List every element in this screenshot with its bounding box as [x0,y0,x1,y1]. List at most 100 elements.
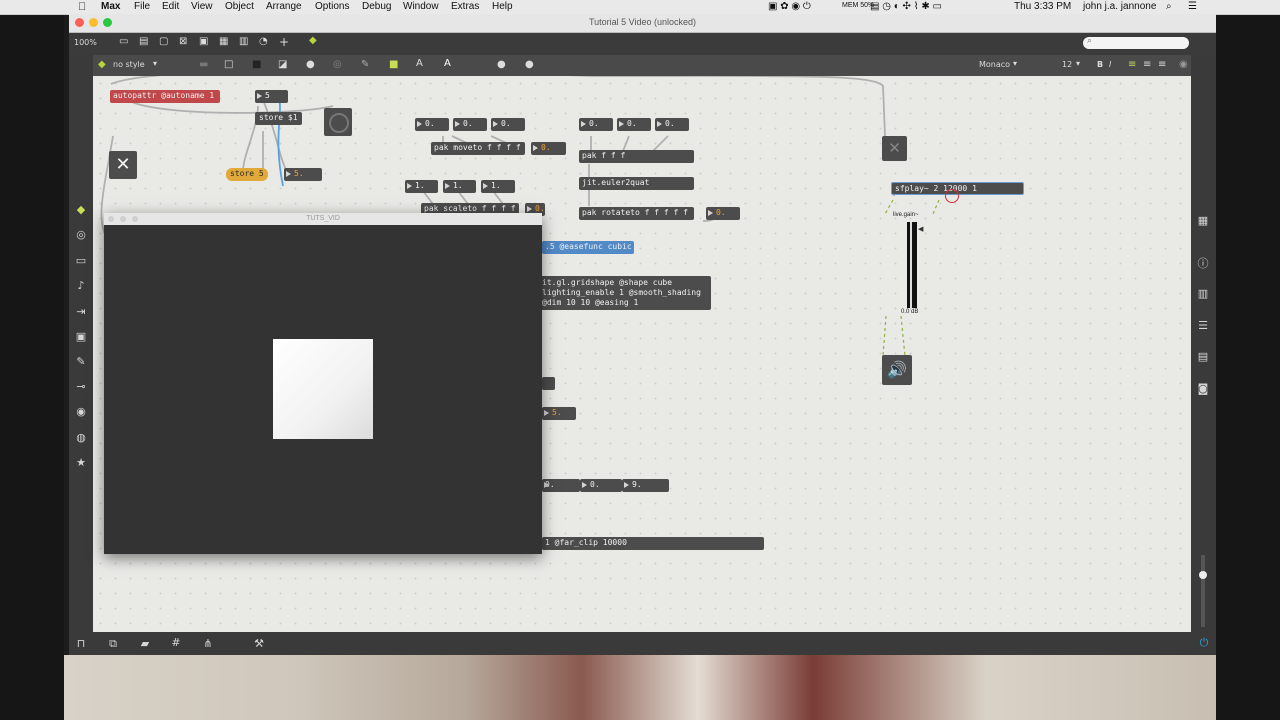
rot-x-number[interactable]: 0. [579,118,613,131]
spotlight-icon[interactable]: ⌕ [1166,1,1172,12]
bang-button[interactable] [324,108,352,136]
slider-icon[interactable]: ▦ [219,36,228,47]
wrench-icon[interactable]: ⚒ [249,637,269,650]
paint-bucket-icon[interactable]: ◆ [309,35,317,46]
live-gain-slider[interactable]: ◀ [907,222,923,308]
clock[interactable]: Thu 3:33 PM [1014,1,1071,12]
pak-moveto-object[interactable]: pak moveto f f f f [431,142,525,155]
lock-icon[interactable]: ⊓ [71,637,91,650]
scale-x-number[interactable]: 1. [405,180,438,193]
step-icon[interactable]: ⇥ [71,305,91,318]
list-icon[interactable]: ▭ [71,254,91,267]
circle-fill-icon-2[interactable]: ● [525,59,534,70]
circle-outline-icon[interactable]: ◎ [333,59,342,70]
settings-circle-icon[interactable]: ◉ [1179,59,1188,70]
number-box-5[interactable]: 5 [255,90,288,103]
menu-file[interactable]: File [134,1,150,12]
dial-icon[interactable]: ◔ [259,36,268,47]
power-icon[interactable]: ⏻ [1194,636,1214,650]
apple-icon[interactable]:  [78,1,86,13]
image-icon[interactable]: ▣ [71,330,91,343]
color-box-icon[interactable]: □ [224,59,233,70]
hierarchy-icon[interactable]: ⋔ [198,637,218,650]
star-icon[interactable]: ★ [71,456,91,469]
partial-object[interactable] [542,377,555,390]
panel-icon[interactable]: ▥ [239,36,248,47]
euler2quat-object[interactable]: jit.euler2quat [579,177,694,190]
align-right-icon[interactable]: ≡ [1158,59,1166,70]
search-input[interactable]: ⌕ [1083,36,1189,49]
scale-z-number[interactable]: 1. [481,180,515,193]
store-5-message[interactable]: store 5 [226,168,268,181]
circle-b-icon[interactable]: ◍ [71,431,91,444]
new-object-icon[interactable]: ▭ [119,36,128,47]
menu-options[interactable]: Options [315,1,349,12]
size-chevron-icon[interactable]: ▾ [1076,59,1080,68]
pak-fff-object[interactable]: pak f f f [579,150,694,163]
align-center-icon[interactable]: ≡ [1143,59,1151,70]
moveto-time-number[interactable]: 0. [531,142,566,155]
menu-arrange[interactable]: Arrange [266,1,302,12]
number-z[interactable]: 0. [491,118,525,131]
plug-icon[interactable]: ⊸ [71,380,91,393]
number-box-5b[interactable]: 5. [284,168,322,181]
toggle-icon[interactable]: ⊠ [179,36,187,47]
list-view-icon[interactable]: ☰ [1193,319,1213,332]
text-color-a[interactable]: A [416,58,423,69]
video-zoom-icon[interactable] [132,216,138,222]
menu-view[interactable]: View [191,1,213,12]
menu-app[interactable]: Max [101,1,120,12]
comment-icon[interactable]: ▰ [135,637,155,650]
autopattr-object[interactable]: autopattr @autoname 1 [110,90,220,103]
color-bw-icon[interactable]: ◪ [278,59,287,70]
toggle-x[interactable]: ✕ [109,151,137,179]
circle-v-icon[interactable]: ◉ [71,405,91,418]
target-icon[interactable]: ◎ [71,228,91,241]
toggle-x-2[interactable]: ✕ [882,136,907,161]
video-minimize-icon[interactable] [120,216,126,222]
music-note-icon[interactable]: ♪ [71,279,91,292]
columns-icon[interactable]: ▥ [1193,287,1213,300]
rot-y-number[interactable]: 0. [617,118,651,131]
menu-debug[interactable]: Debug [362,1,391,12]
store-message[interactable]: store $1 [255,112,302,125]
number-box-5c[interactable]: 5. [542,407,576,420]
far-clip-object[interactable]: 1 @far_clip 10000 [542,537,764,550]
line-icon[interactable]: ▬ [199,59,208,70]
easefunc-object[interactable]: .5 @easefunc cubic [542,241,634,254]
camera-y-number[interactable]: 0. [580,479,622,492]
bold-button[interactable]: B [1097,60,1103,69]
zoom-level[interactable]: 100% [74,38,97,47]
menu-extras[interactable]: Extras [451,1,479,12]
pencil-icon[interactable]: ✎ [361,59,369,70]
font-dropdown[interactable]: Monaco [979,60,1010,69]
package-icon[interactable]: ◆ [71,203,91,216]
add-icon[interactable]: + [279,35,289,49]
fill-color-icon[interactable]: ■ [389,59,398,70]
font-chevron-icon[interactable]: ▾ [1013,59,1017,68]
pak-rotateto-object[interactable]: pak rotateto f f f f f [579,207,694,220]
new-comment-icon[interactable]: ▢ [159,36,168,47]
text-color-a-white[interactable]: A [444,58,451,69]
scroll-thumb[interactable] [1199,571,1207,579]
book-icon[interactable]: ▤ [1193,350,1213,363]
menu-object[interactable]: Object [225,1,254,12]
circle-fill-icon[interactable]: ● [497,59,506,70]
gridshape-object[interactable]: it.gl.gridshape @shape cube lighting_ena… [539,276,711,310]
menu-window[interactable]: Window [403,1,439,12]
keyboard-icon[interactable]: ▦ [1193,214,1213,227]
presentation-icon[interactable]: ⧉ [103,637,123,651]
rotateto-time-number[interactable]: 0. [706,207,740,220]
video-close-icon[interactable] [108,216,114,222]
circle-icon[interactable]: ● [306,59,315,70]
notification-icon[interactable]: ☰ [1188,1,1197,12]
camera-z-number[interactable]: 9. [622,479,669,492]
camera-icon[interactable]: ◙ [1193,382,1213,395]
number-icon[interactable]: ▣ [199,36,208,47]
color-dark-icon[interactable]: ■ [252,59,261,70]
menu-help[interactable]: Help [492,1,513,12]
number-y[interactable]: 0. [453,118,487,131]
number-x[interactable]: 0. [415,118,449,131]
style-dropdown[interactable]: no style [113,60,145,69]
new-message-icon[interactable]: ▤ [139,36,148,47]
